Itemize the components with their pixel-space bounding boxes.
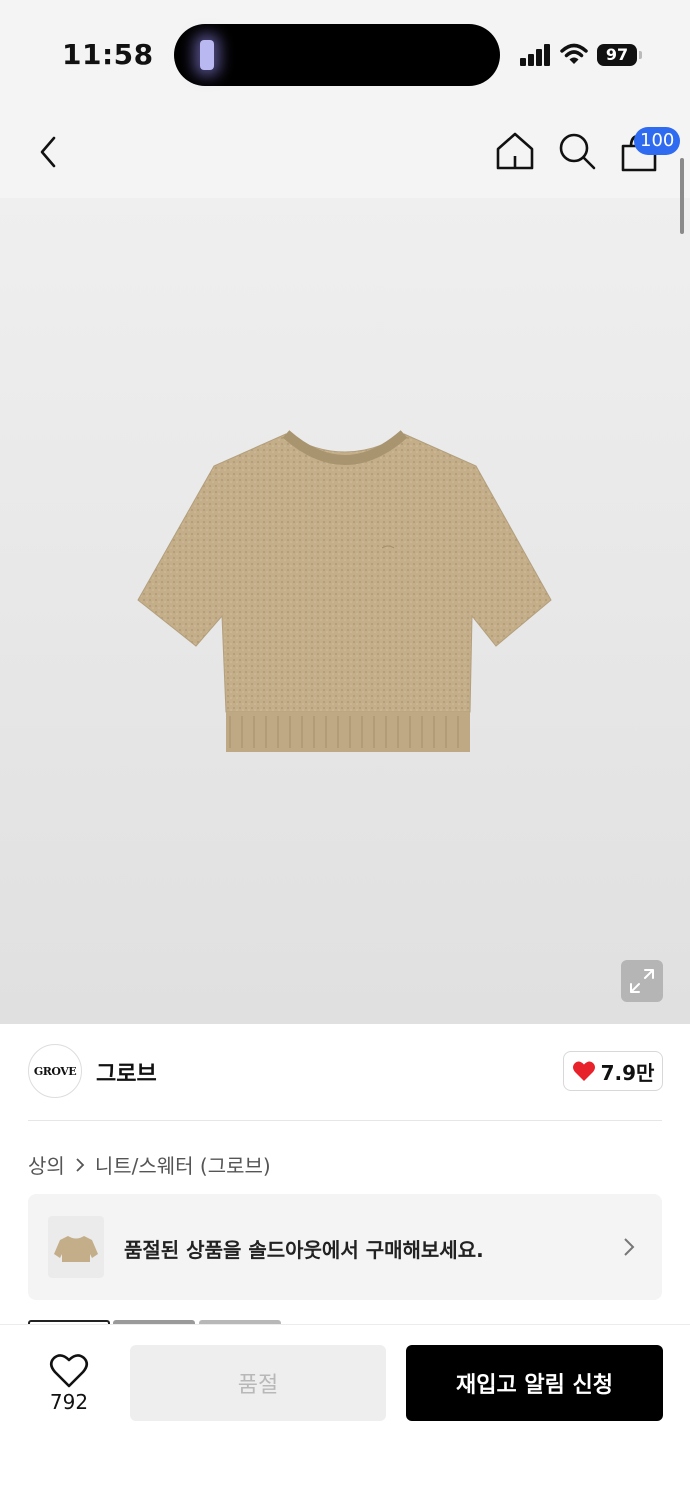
product-detail-page: 11:58 97 100 GROVE 그로브 7.9만 상의 니트/스웨터 (그… [0,0,690,1500]
breadcrumb: 상의 니트/스웨터 (그로브) [28,1150,271,1179]
brand-logo[interactable]: GROVE [28,1044,82,1098]
brand-name[interactable]: 그로브 [96,1056,157,1088]
chevron-right-icon [624,1238,635,1256]
divider [28,1120,662,1121]
expand-image-button[interactable] [621,960,663,1002]
search-icon[interactable] [556,130,598,172]
chevron-right-icon [76,1157,85,1172]
status-time: 11:58 [62,38,154,71]
brand-logo-text: GROVE [33,1064,77,1078]
restock-alert-button[interactable]: 재입고 알림 신청 [406,1345,663,1421]
battery-tip [639,51,642,59]
banner-product-thumbnail [48,1216,104,1278]
status-bar: 11:58 97 [0,0,690,108]
wish-count: 792 [49,1390,89,1414]
heart-outline-icon[interactable] [40,1348,98,1392]
breadcrumb-category[interactable]: 상의 [28,1150,65,1179]
top-navigation [0,108,690,198]
wifi-icon [560,43,588,64]
banner-text: 품절된 상품을 솔드아웃에서 구매해보세요. [124,1238,484,1262]
expand-icon [630,969,654,993]
soldout-market-banner[interactable]: 품절된 상품을 솔드아웃에서 구매해보세요. [28,1194,662,1300]
product-image-knit-tshirt [137,430,552,752]
soldout-button: 품절 [130,1345,386,1421]
brand-like-count: 7.9만 [600,1060,655,1085]
heart-filled-icon [572,1061,595,1081]
flashlight-icon [200,40,214,70]
home-icon[interactable] [494,130,536,172]
scroll-indicator [680,158,684,234]
cart-count-badge: 100 [634,127,681,155]
back-icon[interactable] [30,132,70,172]
brand-like-button[interactable]: 7.9만 [563,1051,663,1091]
breadcrumb-subcategory[interactable]: 니트/스웨터 (그로브) [95,1150,271,1179]
cellular-signal-icon [520,44,552,66]
dynamic-island [174,24,500,86]
battery-indicator: 97 [597,44,637,66]
product-thumbnail-image [54,1236,98,1262]
